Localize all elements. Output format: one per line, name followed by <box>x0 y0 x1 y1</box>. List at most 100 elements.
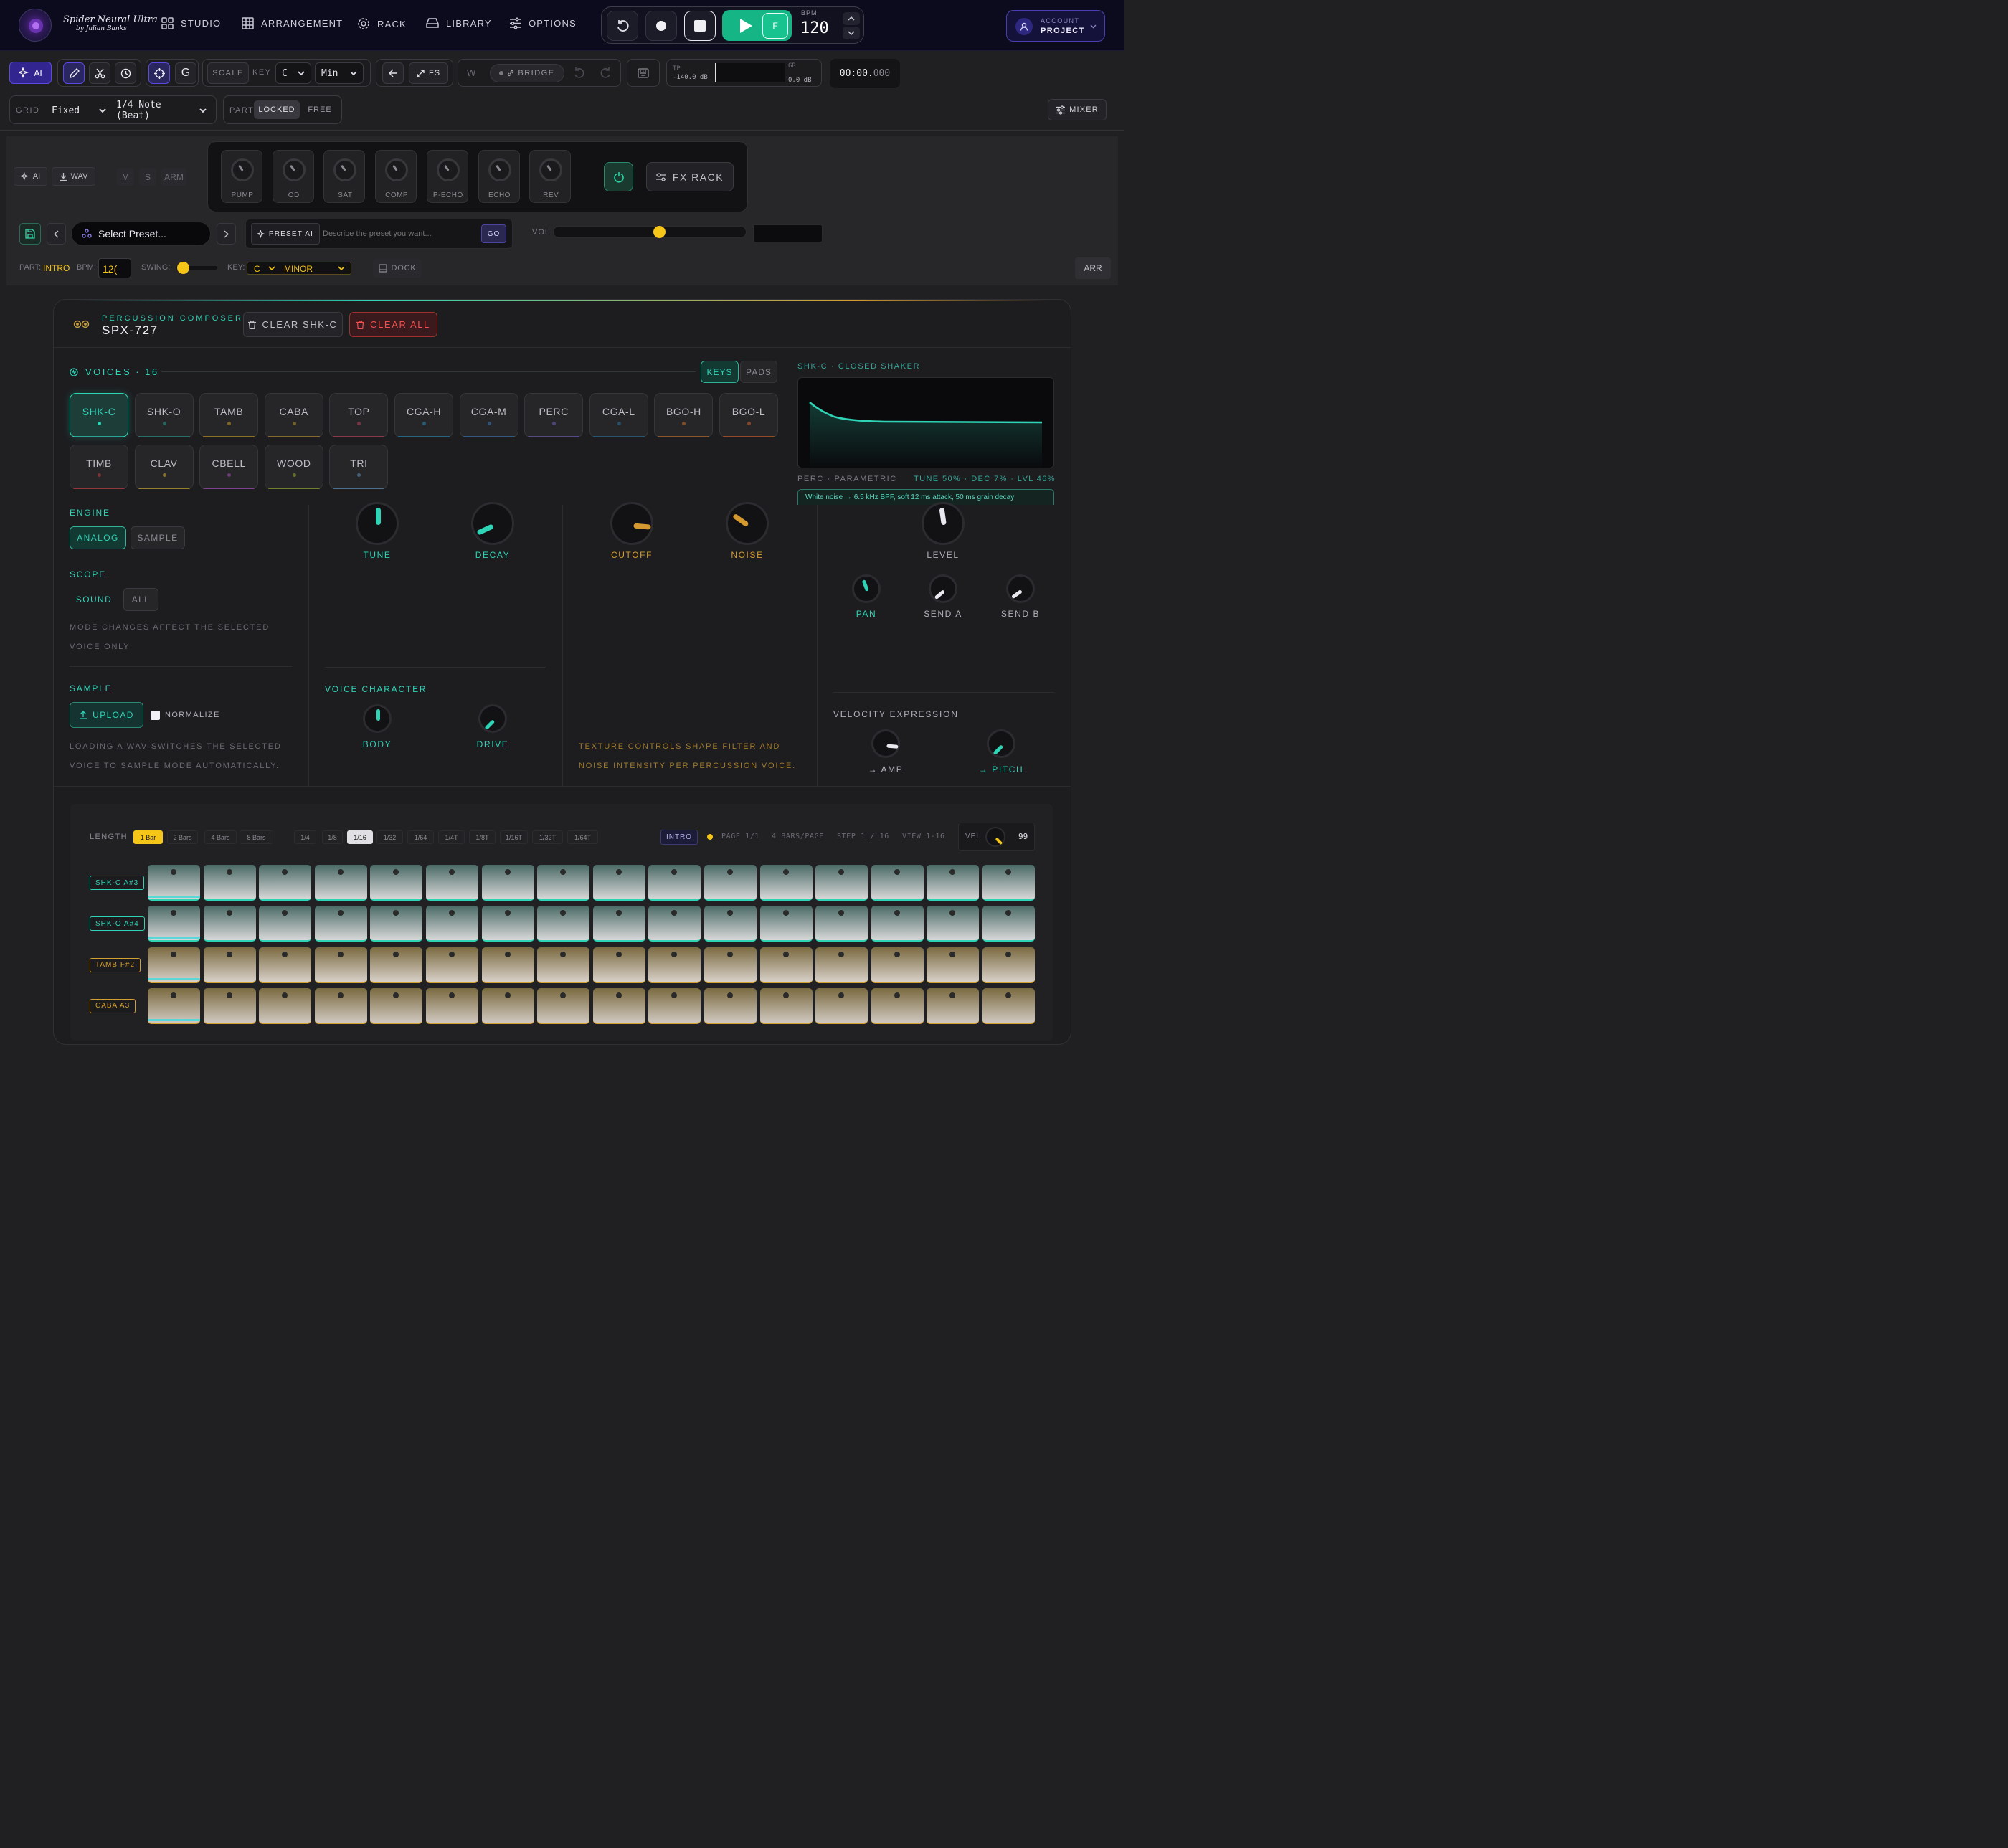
pencil-button[interactable] <box>63 62 85 84</box>
step-cell[interactable] <box>314 987 367 1024</box>
step-cell[interactable] <box>815 947 868 983</box>
step-cell[interactable] <box>982 906 1035 942</box>
tune-knob[interactable] <box>356 502 399 545</box>
swing-slider[interactable] <box>176 262 217 274</box>
fx-knob-pump[interactable]: PUMP <box>221 150 262 203</box>
preset-description-input[interactable] <box>323 224 477 243</box>
pads-toggle[interactable]: PADS <box>740 361 777 383</box>
noise-knob[interactable] <box>726 502 769 545</box>
rack-bpm-input[interactable]: 12( <box>98 258 131 278</box>
step-cell[interactable] <box>704 947 757 983</box>
voice-button[interactable]: TOP <box>329 393 389 437</box>
cutoff-knob[interactable] <box>610 502 653 545</box>
length-button[interactable]: 1 Bar <box>133 830 163 844</box>
step-cell[interactable] <box>592 906 645 942</box>
clear-voice-button[interactable]: CLEAR SHK-C <box>243 312 343 337</box>
step-cell[interactable] <box>759 987 813 1024</box>
account-menu[interactable]: ACCOUNT PROJECT <box>1006 10 1105 42</box>
division-button[interactable]: 1/16T <box>500 830 528 844</box>
pitch-knob[interactable] <box>987 729 1015 758</box>
nav-options[interactable]: OPTIONS <box>509 17 577 29</box>
step-cell[interactable] <box>314 947 367 983</box>
step-cell[interactable] <box>927 947 980 983</box>
step-cell[interactable] <box>648 865 701 901</box>
amp-knob[interactable] <box>871 729 900 758</box>
fullscreen-button[interactable]: FS <box>409 62 448 84</box>
normalize-checkbox[interactable] <box>151 711 160 720</box>
step-cell[interactable] <box>481 865 534 901</box>
step-cell[interactable] <box>259 906 312 942</box>
loop-button[interactable] <box>607 11 638 41</box>
division-button[interactable]: 1/8 <box>322 830 343 844</box>
keys-toggle[interactable]: KEYS <box>701 361 739 383</box>
row-label[interactable]: TAMB F#2 <box>90 957 141 972</box>
part-free-button[interactable]: FREE <box>303 100 337 119</box>
step-cell[interactable] <box>314 865 367 901</box>
preset-select[interactable]: Select Preset... <box>71 222 211 246</box>
row-label[interactable]: CABA A3 <box>90 998 136 1013</box>
step-cell[interactable] <box>927 906 980 942</box>
step-cell[interactable] <box>426 906 478 942</box>
step-cell[interactable] <box>203 865 256 901</box>
step-cell[interactable] <box>982 947 1035 983</box>
velocity-knob[interactable] <box>985 827 1005 847</box>
step-cell[interactable] <box>871 906 924 942</box>
row-label[interactable]: SHK-O A#4 <box>90 916 145 932</box>
voice-button[interactable]: PERC <box>524 393 584 437</box>
mixer-button[interactable]: MIXER <box>1048 99 1107 120</box>
scale-button[interactable]: SCALE <box>207 62 249 84</box>
voice-button[interactable]: TIMB <box>70 445 128 489</box>
step-cell[interactable] <box>648 906 701 942</box>
app-logo[interactable] <box>19 9 52 42</box>
step-cell[interactable] <box>648 987 701 1024</box>
division-button[interactable]: 1/32T <box>532 830 563 844</box>
voice-button[interactable]: TRI <box>329 445 389 489</box>
bpm-up-button[interactable] <box>843 12 860 25</box>
mode-select[interactable]: Min <box>315 62 364 84</box>
voice-button[interactable]: CLAV <box>134 445 194 489</box>
step-cell[interactable] <box>537 906 590 942</box>
step-cell[interactable] <box>259 987 312 1024</box>
step-cell[interactable] <box>203 906 256 942</box>
voice-button[interactable]: TAMB <box>199 393 259 437</box>
voice-button[interactable]: BGO-H <box>654 393 714 437</box>
drive-knob[interactable] <box>478 704 507 733</box>
redo-icon[interactable] <box>600 67 611 79</box>
step-cell[interactable] <box>871 947 924 983</box>
fx-knob-echo[interactable]: ECHO <box>478 150 520 203</box>
engine-sample-button[interactable]: SAMPLE <box>131 526 185 549</box>
swing-slider-thumb[interactable] <box>177 262 190 274</box>
division-button[interactable]: 1/4T <box>438 830 465 844</box>
stop-button[interactable] <box>684 11 716 41</box>
step-cell[interactable] <box>815 987 868 1024</box>
nav-library[interactable]: LIBRARY <box>426 17 492 29</box>
scissors-button[interactable] <box>89 62 110 84</box>
row-label[interactable]: SHK-C A#3 <box>90 876 145 890</box>
follow-button[interactable]: F <box>762 13 788 39</box>
level-knob[interactable] <box>922 502 965 545</box>
step-cell[interactable] <box>759 906 813 942</box>
step-cell[interactable] <box>927 865 980 901</box>
step-cell[interactable] <box>148 906 200 942</box>
step-cell[interactable] <box>481 987 534 1024</box>
arm-button[interactable]: ARM <box>161 168 186 186</box>
step-cell[interactable] <box>426 865 478 901</box>
fx-rack-button[interactable]: FX RACK <box>646 162 734 191</box>
back-button[interactable] <box>382 62 404 84</box>
division-button[interactable]: 1/32 <box>376 830 403 844</box>
step-cell[interactable] <box>871 987 924 1024</box>
division-button[interactable]: 1/4 <box>294 830 316 844</box>
pan-knob[interactable] <box>852 574 881 603</box>
body-knob[interactable] <box>363 704 392 733</box>
vol-slider-thumb[interactable] <box>653 226 666 238</box>
division-button[interactable]: 1/8T <box>469 830 496 844</box>
fx-knob-p-echo[interactable]: P-ECHO <box>426 150 468 203</box>
clock-button[interactable] <box>115 62 136 84</box>
voice-button[interactable]: CGA-L <box>589 393 648 437</box>
step-cell[interactable] <box>592 947 645 983</box>
step-cell[interactable] <box>537 987 590 1024</box>
voice-button[interactable]: SHK-O <box>134 393 194 437</box>
fx-knob-rev[interactable]: REV <box>529 150 572 203</box>
voice-button[interactable]: CBELL <box>199 445 259 489</box>
fx-knob-comp[interactable]: COMP <box>375 150 417 203</box>
